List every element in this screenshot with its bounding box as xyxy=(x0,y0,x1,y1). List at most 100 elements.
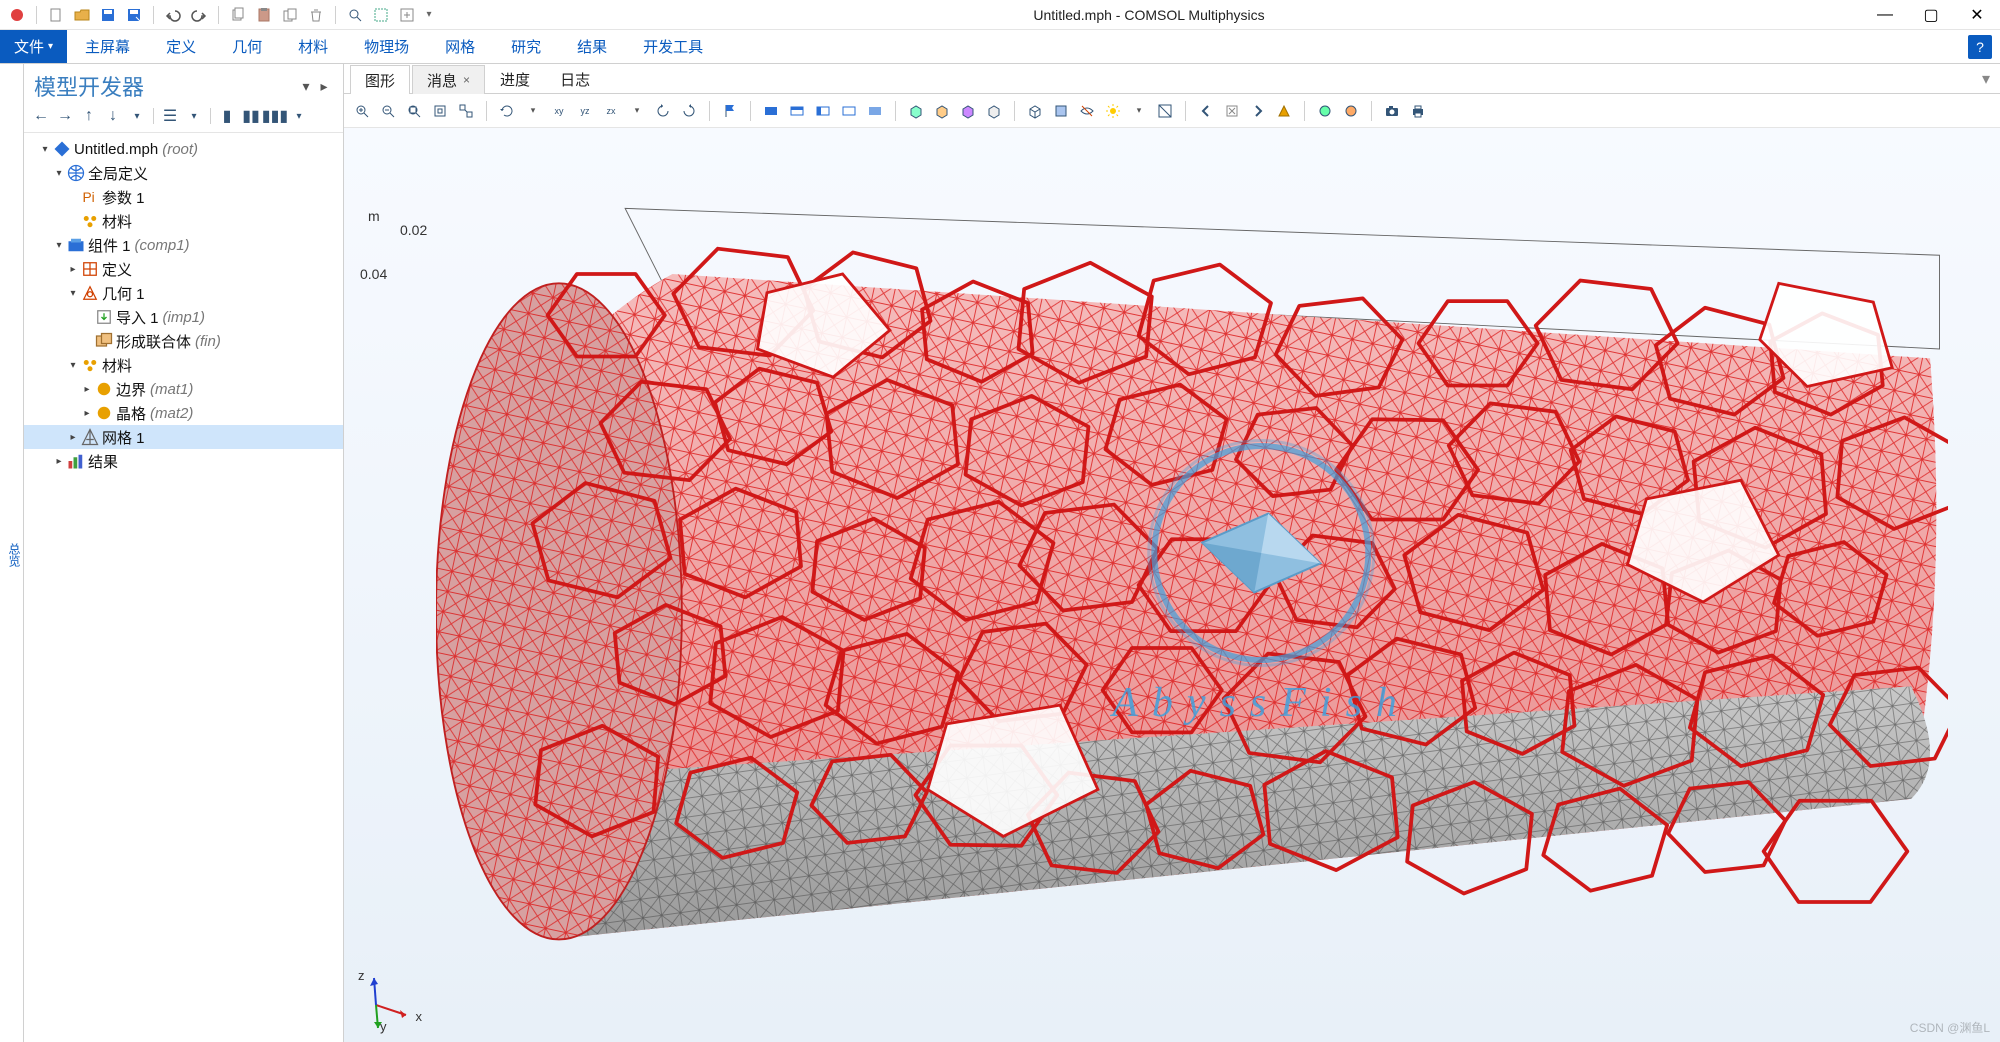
collapsed-panel-strip[interactable]: 总览 xyxy=(0,64,24,1042)
expand-icon[interactable]: ▸ xyxy=(66,432,80,443)
ribbon-tab-physics[interactable]: 物理场 xyxy=(346,30,427,63)
select-icon[interactable] xyxy=(370,4,392,26)
ribbon-tab-geometry[interactable]: 几何 xyxy=(214,30,280,63)
file-menu-button[interactable]: 文件 ▾ xyxy=(0,30,67,63)
minimize-button[interactable]: — xyxy=(1862,0,1908,30)
delete-icon[interactable] xyxy=(305,4,327,26)
tree-node-9[interactable]: ▾材料 xyxy=(24,353,343,377)
tabs-collapse-icon[interactable]: ▾ xyxy=(1972,64,2000,93)
caret3-icon[interactable]: ▾ xyxy=(1127,99,1151,123)
box2-icon[interactable] xyxy=(930,99,954,123)
paste-icon[interactable] xyxy=(253,4,275,26)
caret-icon[interactable]: ▾ xyxy=(521,99,545,123)
save-icon[interactable] xyxy=(97,4,119,26)
zoom-out-icon[interactable] xyxy=(376,99,400,123)
nav-back-icon[interactable]: ← xyxy=(30,106,52,126)
tree-node-6[interactable]: ▾几何 1 xyxy=(24,281,343,305)
plot1-icon[interactable] xyxy=(1313,99,1337,123)
close-button[interactable]: ✕ xyxy=(1954,0,2000,30)
panel-collapse-icon[interactable]: ▸ xyxy=(315,78,333,95)
help-button[interactable]: ? xyxy=(1968,35,1992,59)
ccw-icon[interactable] xyxy=(651,99,675,123)
column2-icon[interactable]: ▮▮ xyxy=(240,106,262,126)
expand-icon[interactable]: ▾ xyxy=(66,288,80,299)
expand-icon[interactable]: ☰ xyxy=(159,106,181,126)
camera-icon[interactable] xyxy=(1380,99,1404,123)
tree-node-1[interactable]: ▾全局定义 xyxy=(24,161,343,185)
graphics-tab-graph[interactable]: 图形 xyxy=(350,65,410,94)
nav-down-icon[interactable]: ↓ xyxy=(102,106,124,126)
del-icon[interactable] xyxy=(1220,99,1244,123)
wire-icon[interactable] xyxy=(1023,99,1047,123)
tree-node-10[interactable]: ▸边界(mat1) xyxy=(24,377,343,401)
tree-node-0[interactable]: ▾Untitled.mph(root) xyxy=(24,137,343,161)
view-sel2-icon[interactable] xyxy=(785,99,809,123)
flag-icon[interactable] xyxy=(718,99,742,123)
tree-node-3[interactable]: ▸材料 xyxy=(24,209,343,233)
tree-node-7[interactable]: ▸导入 1(imp1) xyxy=(24,305,343,329)
zoom-sel-icon[interactable] xyxy=(454,99,478,123)
more-icon[interactable]: ▾ xyxy=(422,4,436,26)
expand-icon[interactable]: ▾ xyxy=(52,168,66,179)
ribbon-tab-home[interactable]: 主屏幕 xyxy=(67,30,148,63)
ribbon-tab-materials[interactable]: 材料 xyxy=(280,30,346,63)
expand-icon[interactable]: ▾ xyxy=(66,360,80,371)
layout-caret-icon[interactable]: ▾ xyxy=(288,106,310,126)
tree-node-4[interactable]: ▾组件 1(comp1) xyxy=(24,233,343,257)
tree-node-8[interactable]: ▸形成联合体(fin) xyxy=(24,329,343,353)
expand-icon[interactable]: ▸ xyxy=(52,456,66,467)
hide-icon[interactable] xyxy=(1075,99,1099,123)
expand-icon[interactable]: ▸ xyxy=(80,384,94,395)
yz-icon[interactable]: yz xyxy=(573,99,597,123)
expand-icon[interactable]: ▸ xyxy=(80,408,94,419)
ribbon-tab-results[interactable]: 结果 xyxy=(559,30,625,63)
plot2-icon[interactable] xyxy=(1339,99,1363,123)
tree-node-13[interactable]: ▸结果 xyxy=(24,449,343,473)
model-tree[interactable]: ▾Untitled.mph(root)▾全局定义▸Pi参数 1▸材料▾组件 1(… xyxy=(24,133,343,1042)
save-as-icon[interactable] xyxy=(123,4,145,26)
box1-icon[interactable] xyxy=(904,99,928,123)
orientation-triad[interactable]: z y x xyxy=(356,960,426,1030)
settings-icon[interactable] xyxy=(396,4,418,26)
view-sel1-icon[interactable] xyxy=(759,99,783,123)
close-tab-icon[interactable]: × xyxy=(463,73,470,87)
expand-icon[interactable]: ▾ xyxy=(52,240,66,251)
new-icon[interactable] xyxy=(45,4,67,26)
go-left-icon[interactable] xyxy=(1194,99,1218,123)
graphics-canvas[interactable]: m 0.02 0.04 xyxy=(344,128,2000,1042)
view-sel4-icon[interactable] xyxy=(837,99,861,123)
nav-fwd-icon[interactable]: → xyxy=(54,106,76,126)
tree-node-2[interactable]: ▸Pi参数 1 xyxy=(24,185,343,209)
trans-icon[interactable] xyxy=(1049,99,1073,123)
zx-icon[interactable]: zx xyxy=(599,99,623,123)
duplicate-icon[interactable] xyxy=(279,4,301,26)
view-sel3-icon[interactable] xyxy=(811,99,835,123)
panel-menu-icon[interactable]: ▾ xyxy=(297,78,315,95)
box3-icon[interactable] xyxy=(956,99,980,123)
column3-icon[interactable]: ▮▮▮ xyxy=(264,106,286,126)
ribbon-tab-developer[interactable]: 开发工具 xyxy=(625,30,721,63)
ribbon-tab-mesh[interactable]: 网格 xyxy=(427,30,493,63)
zoom-extents-icon[interactable] xyxy=(402,99,426,123)
expand-icon[interactable]: ▾ xyxy=(38,144,52,155)
expand-icon[interactable]: ▸ xyxy=(66,264,80,275)
print-icon[interactable] xyxy=(1406,99,1430,123)
zoom-in-icon[interactable] xyxy=(350,99,374,123)
xy-icon[interactable]: xy xyxy=(547,99,571,123)
redo-icon[interactable] xyxy=(188,4,210,26)
zoom-box-icon[interactable] xyxy=(428,99,452,123)
graphics-tab-messages[interactable]: 消息× xyxy=(412,65,485,94)
undo-icon[interactable] xyxy=(162,4,184,26)
cw-icon[interactable] xyxy=(677,99,701,123)
ribbon-tab-definitions[interactable]: 定义 xyxy=(148,30,214,63)
expand-caret-icon[interactable]: ▾ xyxy=(183,106,205,126)
copy-icon[interactable] xyxy=(227,4,249,26)
nav-caret-icon[interactable]: ▾ xyxy=(126,106,148,126)
tree-node-11[interactable]: ▸晶格(mat2) xyxy=(24,401,343,425)
tree-node-5[interactable]: ▸定义 xyxy=(24,257,343,281)
nav-up-icon[interactable]: ↑ xyxy=(78,106,100,126)
clip-icon[interactable] xyxy=(1153,99,1177,123)
box4-icon[interactable] xyxy=(982,99,1006,123)
rotate-icon[interactable] xyxy=(495,99,519,123)
graphics-tab-progress[interactable]: 进度 xyxy=(485,64,545,93)
